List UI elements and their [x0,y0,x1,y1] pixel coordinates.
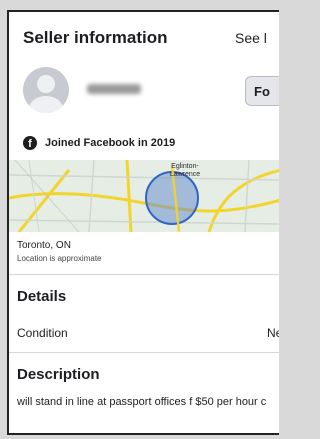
condition-value: Ne [267,326,279,340]
location-city: Toronto, ON [17,240,71,251]
follow-button[interactable]: Fo [245,76,279,106]
map-roads [9,160,279,232]
avatar-placeholder-icon [37,75,55,93]
location-approx-note: Location is approximate [17,254,102,263]
joined-facebook-row: f Joined Facebook in 2019 [23,136,175,150]
description-text: will stand in line at passport offices f… [17,396,267,408]
seller-card: Seller information See l Fo f Joined Fac… [7,10,279,435]
facebook-icon: f [23,136,37,150]
divider [9,352,279,353]
location-map[interactable]: Eglinton-Lawrence [9,160,279,232]
joined-text: Joined Facebook in 2019 [45,137,176,149]
see-profile-link[interactable]: See l [235,30,267,46]
location-radius-circle [145,171,199,225]
details-heading: Details [17,288,67,305]
condition-label: Condition [17,326,68,340]
divider [9,274,279,275]
avatar[interactable] [23,67,69,113]
map-area-label: Eglinton-Lawrence [169,163,201,178]
description-heading: Description [17,366,100,383]
seller-name-blurred[interactable] [87,84,141,94]
